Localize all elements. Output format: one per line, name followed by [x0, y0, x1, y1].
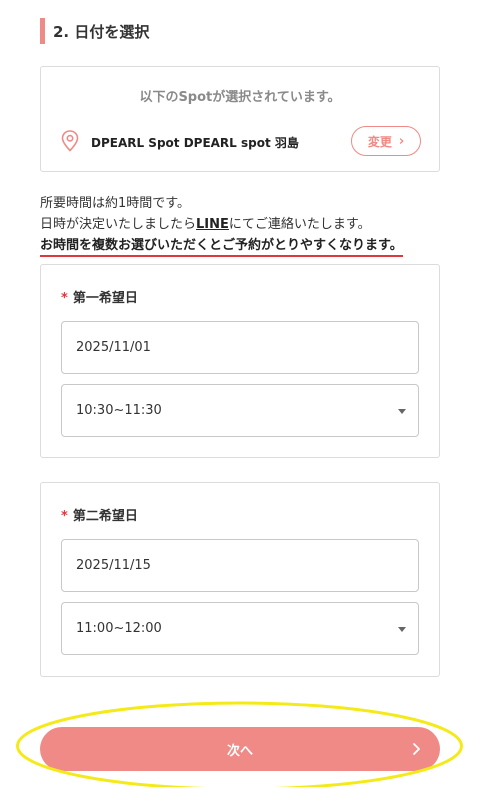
first-preference-label: * 第一希望日: [61, 287, 138, 306]
next-button-label: 次へ: [226, 743, 253, 759]
second-preference-card: * 第二希望日 2025/11/15 11:00~12:00: [40, 482, 440, 677]
duration-note: 所要時間は約1時間です。: [40, 196, 190, 211]
section-title: 2. 日付を選択: [40, 18, 149, 44]
selected-spot-card: 以下のSpotが選択されています。 DPEARL Spot DPEARL spo…: [40, 66, 440, 172]
section-title-text: 2. 日付を選択: [53, 22, 150, 41]
change-spot-label: 変更: [367, 134, 392, 149]
second-time-select[interactable]: 11:00~12:00: [61, 602, 419, 655]
contact-note-prefix: 日時が決定いたしましたら: [40, 217, 197, 232]
first-date-input[interactable]: 2025/11/01: [61, 321, 419, 374]
contact-note: 日時が決定いたしましたらLINEにてご連絡いたします。: [40, 214, 440, 235]
contact-note-suffix: にてご連絡いたします。: [228, 217, 371, 232]
first-time-select[interactable]: 10:30~11:30: [61, 384, 419, 437]
multiple-choice-note: お時間を複数お選びいただくとご予約がとりやすくなります。: [40, 236, 403, 257]
change-spot-button[interactable]: 変更 ›: [351, 126, 421, 156]
required-mark: *: [61, 291, 68, 306]
required-mark: *: [61, 509, 68, 524]
second-date-input[interactable]: 2025/11/15: [61, 539, 419, 592]
first-preference-card: * 第一希望日 2025/11/01 10:30~11:30: [40, 264, 440, 458]
next-button[interactable]: 次へ: [40, 727, 440, 771]
spot-name: DPEARL Spot DPEARL spot 羽島: [91, 136, 299, 150]
dropdown-caret-icon: [398, 409, 406, 414]
first-preference-title: 第一希望日: [72, 291, 138, 306]
second-time-value: 11:00~12:00: [76, 621, 162, 636]
chevron-right-icon: ›: [398, 133, 405, 149]
line-link[interactable]: LINE: [196, 217, 229, 232]
dropdown-caret-icon: [398, 627, 406, 632]
spot-heading: 以下のSpotが選択されています。: [139, 90, 341, 105]
section-title-accent-bar: [40, 18, 45, 44]
first-time-value: 10:30~11:30: [76, 403, 162, 418]
info-text: 所要時間は約1時間です。 日時が決定いたしましたらLINEにてご連絡いたします。…: [40, 193, 440, 257]
location-pin-icon: [61, 130, 79, 152]
chevron-right-icon: [413, 743, 420, 755]
second-preference-title: 第二希望日: [72, 509, 138, 524]
second-preference-label: * 第二希望日: [61, 505, 138, 524]
